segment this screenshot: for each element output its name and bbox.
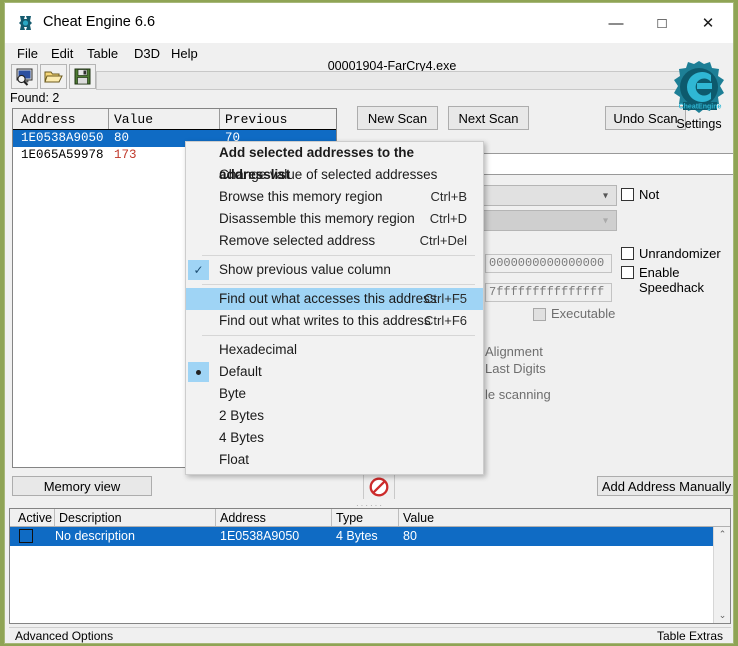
process-select-icon [15, 68, 34, 86]
speedhack-checkbox[interactable] [621, 266, 634, 279]
maximize-button[interactable]: □ [639, 3, 685, 43]
active-checkbox[interactable] [19, 529, 33, 543]
status-bar: Advanced Options Table Extras [9, 627, 731, 644]
column-divider-d[interactable] [398, 509, 399, 526]
menu-item-file[interactable]: File [11, 45, 44, 62]
column-address[interactable]: Address [21, 112, 76, 130]
chevron-down-icon: ▾ [603, 215, 608, 226]
menu-change-value[interactable]: Change value of selected addresses [186, 164, 483, 186]
scan-results-header: Address Value Previous [13, 109, 336, 130]
menu-remove-selected-address[interactable]: Remove selected address Ctrl+Del [186, 230, 483, 252]
open-folder-icon [44, 69, 63, 85]
column-divider-1[interactable] [108, 109, 109, 129]
splitter-handle[interactable]: ······ [12, 499, 728, 506]
column-divider-a[interactable] [54, 509, 55, 526]
column-divider-c[interactable] [331, 509, 332, 526]
last-digits-label: Last Digits [485, 361, 546, 376]
column-address[interactable]: Address [220, 511, 266, 525]
menu-find-what-writes-address[interactable]: Find out what writes to this address Ctr… [186, 310, 483, 332]
minimize-button[interactable]: — [593, 3, 639, 43]
check-icon: ✓ [188, 260, 209, 280]
memory-view-button[interactable]: Memory view [12, 476, 152, 496]
radio-selected-icon [188, 362, 209, 382]
speedhack-label[interactable]: Enable Speedhack [639, 265, 733, 295]
window-title: Cheat Engine 6.6 [43, 14, 155, 30]
menu-display-byte[interactable]: Byte [186, 383, 483, 405]
unrandomizer-label[interactable]: Unrandomizer [639, 246, 721, 261]
context-menu[interactable]: Add selected addresses to the addresslis… [185, 141, 484, 475]
table-row[interactable]: No description 1E0538A9050 4 Bytes 80 [10, 527, 713, 546]
svg-text:CheatEngine: CheatEngine [679, 104, 722, 111]
no-entry-icon [369, 477, 389, 497]
menu-browse-memory-region[interactable]: Browse this memory region Ctrl+B [186, 186, 483, 208]
cell-description: No description [55, 529, 135, 543]
menu-separator [186, 281, 483, 288]
table-extras-label[interactable]: Table Extras [657, 629, 723, 643]
process-field[interactable] [96, 71, 688, 90]
menu-add-selected-addresses[interactable]: Add selected addresses to the addresslis… [186, 142, 483, 164]
advanced-options-label[interactable]: Advanced Options [15, 629, 113, 643]
cell-type: 4 Bytes [336, 529, 378, 543]
executable-label: Executable [551, 306, 615, 321]
column-type[interactable]: Type [336, 511, 363, 525]
chevron-down-icon: ▾ [603, 190, 608, 201]
menu-separator [186, 252, 483, 259]
memory-stop-input[interactable]: 7fffffffffffffff [485, 283, 612, 302]
save-button[interactable] [69, 64, 96, 89]
column-value[interactable]: Value [403, 511, 434, 525]
not-checkbox[interactable] [621, 188, 634, 201]
column-active[interactable]: Active [18, 511, 52, 525]
column-previous[interactable]: Previous [225, 112, 287, 130]
not-label[interactable]: Not [639, 187, 659, 202]
address-list-header: Active Description Address Type Value [10, 509, 730, 527]
cell-address: 1E0538A9050 [220, 529, 299, 543]
cheat-engine-logo[interactable]: CheatEngine [671, 59, 727, 117]
next-scan-button[interactable]: Next Scan [448, 106, 529, 130]
save-disk-icon [74, 68, 91, 85]
pause-scanning-label: le scanning [485, 387, 551, 402]
cheat-engine-icon [17, 14, 35, 32]
cell-address: 1E0538A9050 [21, 131, 104, 145]
process-select-button[interactable] [11, 64, 38, 89]
cell-value: 80 [114, 131, 129, 145]
menu-display-4-bytes[interactable]: 4 Bytes [186, 427, 483, 449]
memory-start-input[interactable]: 0000000000000000 [485, 254, 612, 273]
unrandomizer-checkbox[interactable] [621, 247, 634, 260]
alignment-label: Alignment [485, 344, 543, 359]
new-scan-button[interactable]: New Scan [357, 106, 438, 130]
address-list-table[interactable]: Active Description Address Type Value No… [9, 508, 731, 624]
open-button[interactable] [40, 64, 67, 89]
menu-show-previous-value-column[interactable]: ✓ Show previous value column [186, 259, 483, 281]
cheat-engine-window: Cheat Engine 6.6 — □ ✕ File Edit Table D… [4, 2, 734, 644]
add-address-manually-button[interactable]: Add Address Manually [597, 476, 734, 496]
address-list-scrollbar[interactable]: ⌃ ⌄ [713, 527, 730, 623]
title-bar: Cheat Engine 6.6 — □ ✕ [5, 3, 733, 43]
menu-find-what-accesses-address[interactable]: Find out what accesses this address Ctrl… [186, 288, 483, 310]
found-count-label: Found: 2 [10, 91, 59, 105]
cell-address: 1E065A59978 [21, 148, 104, 162]
scroll-down-arrow[interactable]: ⌄ [714, 608, 731, 623]
menu-separator [186, 332, 483, 339]
menu-display-hexadecimal[interactable]: Hexadecimal [186, 339, 483, 361]
executable-checkbox[interactable] [533, 308, 546, 321]
menu-display-default[interactable]: Default [186, 361, 483, 383]
cell-value: 80 [403, 529, 417, 543]
menu-display-2-bytes[interactable]: 2 Bytes [186, 405, 483, 427]
menu-item-edit[interactable]: Edit [45, 45, 79, 62]
column-divider-b[interactable] [215, 509, 216, 526]
scroll-up-arrow[interactable]: ⌃ [714, 527, 731, 542]
column-value[interactable]: Value [114, 112, 153, 130]
disable-entry-button[interactable] [363, 474, 395, 500]
menu-display-float[interactable]: Float [186, 449, 483, 471]
column-description[interactable]: Description [59, 511, 122, 525]
menu-disassemble-memory-region[interactable]: Disassemble this memory region Ctrl+D [186, 208, 483, 230]
close-button[interactable]: ✕ [685, 3, 731, 43]
column-divider-2[interactable] [219, 109, 220, 129]
settings-label[interactable]: Settings [670, 117, 728, 131]
cell-value: 173 [114, 148, 137, 162]
